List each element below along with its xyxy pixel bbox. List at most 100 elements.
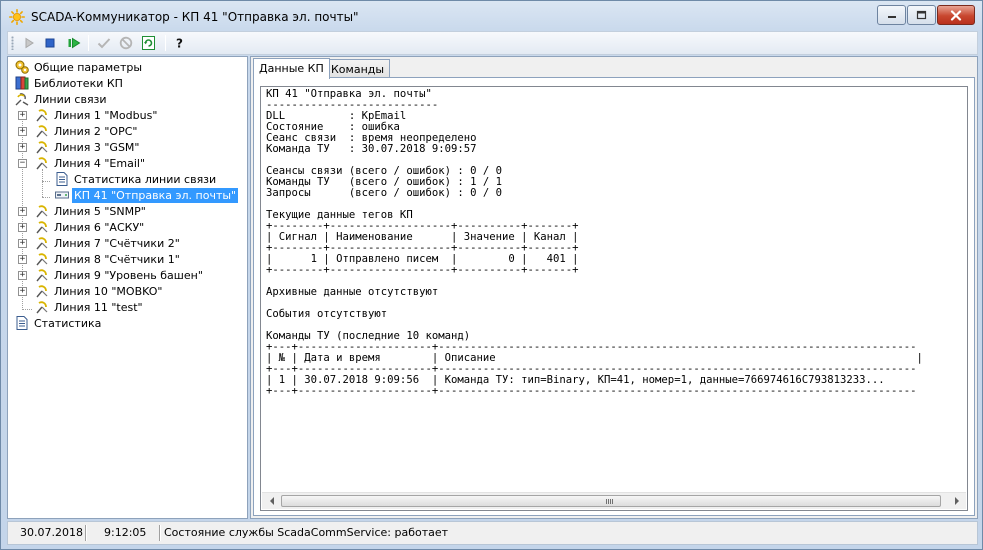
status-bar: 30.07.2018 9:12:05 Состояние службы Scad…: [7, 521, 978, 545]
tree-connector: [42, 169, 43, 197]
tree-item[interactable]: Линия 4 "Email": [34, 155, 147, 171]
tree-item-label: Линия 4 "Email": [54, 156, 146, 170]
tree-item-label: Линия 8 "Счётчики 1": [54, 252, 180, 266]
tree-item[interactable]: Линия 7 "Счётчики 2": [34, 235, 182, 251]
tree-item-label: Линия 2 "OPC": [54, 124, 138, 138]
tree-item-label: Общие параметры: [34, 60, 143, 74]
apply-check-icon: [97, 38, 111, 49]
start-icon: [25, 37, 34, 49]
tree-item[interactable]: Статистика линии связи: [54, 171, 218, 187]
tree-item[interactable]: Общие параметры: [14, 59, 144, 75]
tree-item[interactable]: Линия 1 "Modbus": [34, 107, 159, 123]
status-service-state: Состояние службы ScadaCommService: работ…: [164, 526, 449, 539]
horizontal-scrollbar[interactable]: [262, 492, 966, 509]
comm-line-icon: [34, 299, 50, 315]
comm-line-icon: [34, 139, 50, 155]
tree-connector: [22, 309, 32, 310]
status-separator: [159, 525, 161, 541]
scrollbar-thumb[interactable]: [281, 495, 941, 507]
library-icon: [14, 75, 30, 91]
tree-item[interactable]: Линия 6 "АСКУ": [34, 219, 146, 235]
scroll-left-button[interactable]: [263, 493, 280, 509]
tree-connector: [42, 181, 50, 182]
toolbar: ?: [7, 31, 978, 55]
start-button[interactable]: [20, 34, 38, 52]
toolbar-separator: [88, 35, 89, 51]
comm-line-icon: [34, 123, 50, 139]
toolbar-grip[interactable]: [11, 36, 14, 50]
tree-item[interactable]: КП 41 "Отправка эл. почты": [54, 187, 239, 203]
window-title: SCADA-Коммуникатор - КП 41 "Отправка эл.…: [31, 10, 359, 24]
tree-item[interactable]: Статистика: [14, 315, 103, 331]
kp-data-line: Команда ТУ : 30.07.2018 9:09:57: [266, 143, 477, 155]
tree-connector: [42, 197, 50, 198]
tree-expand-button[interactable]: +: [18, 143, 27, 152]
status-date: 30.07.2018: [20, 526, 83, 539]
tree-item[interactable]: Линии связи: [14, 91, 109, 107]
maximize-button[interactable]: [907, 5, 936, 25]
tree-item[interactable]: Линия 11 "test": [34, 299, 145, 315]
maximize-icon: [916, 10, 927, 20]
apply-button[interactable]: [95, 34, 113, 52]
app-sun-icon: [9, 9, 25, 25]
arrow-left-icon: [269, 497, 274, 505]
title-bar[interactable]: SCADA-Коммуникатор - КП 41 "Отправка эл.…: [1, 1, 982, 31]
comm-line-icon: [34, 251, 50, 267]
navigation-tree-pane: Общие параметры Библиотеки КП Линии связи +…: [7, 56, 248, 519]
tree-expand-button[interactable]: +: [18, 223, 27, 232]
tree-item[interactable]: Линия 10 "MOBKO": [34, 283, 164, 299]
minimize-button[interactable]: [877, 5, 906, 25]
tree-expand-button[interactable]: +: [18, 271, 27, 280]
comm-line-icon: [34, 219, 50, 235]
tree-item-label: Линии связи: [34, 92, 107, 106]
restart-icon: [68, 37, 81, 49]
gears-icon: [14, 59, 30, 75]
help-button[interactable]: ?: [171, 34, 189, 52]
cancel-button[interactable]: [117, 34, 135, 52]
tree-collapse-button[interactable]: −: [18, 159, 27, 168]
comm-line-icon: [34, 283, 50, 299]
comm-line-icon: [34, 107, 50, 123]
kp-data-textbox[interactable]: КП 41 "Отправка эл. почты" --------------…: [260, 86, 968, 511]
tree-item-label: Статистика линии связи: [74, 172, 217, 186]
tree-item-label: Линия 9 "Уровень башен": [54, 268, 203, 282]
scroll-right-button[interactable]: [948, 493, 965, 509]
tree-expand-button[interactable]: +: [18, 127, 27, 136]
stop-button[interactable]: [41, 34, 59, 52]
tab-kp-data[interactable]: Данные КП: [253, 58, 330, 79]
tree-expand-button[interactable]: +: [18, 239, 27, 248]
kp-data-line: +---+---------------------+-------------…: [266, 385, 917, 397]
document-icon: [54, 171, 70, 187]
close-icon: [950, 9, 962, 21]
comm-line-icon: [34, 267, 50, 283]
kp-data-line: +--------+-------------------+----------…: [266, 264, 579, 276]
help-icon: ?: [176, 37, 183, 51]
details-pane: Данные КП Команды КП 41 "Отправка эл. по…: [250, 56, 978, 519]
tree-expand-button[interactable]: +: [18, 207, 27, 216]
tree-item-label: Линия 6 "АСКУ": [54, 220, 145, 234]
tree-item[interactable]: Линия 9 "Уровень башен": [34, 267, 205, 283]
device-icon: [54, 187, 70, 203]
refresh-button[interactable]: [140, 34, 158, 52]
tree-item[interactable]: Линия 2 "OPC": [34, 123, 139, 139]
tree-expand-button[interactable]: +: [18, 287, 27, 296]
tree-expand-button[interactable]: +: [18, 111, 27, 120]
tree-expand-button[interactable]: +: [18, 255, 27, 264]
restart-button[interactable]: [65, 34, 83, 52]
tree-item[interactable]: Линия 3 "GSM": [34, 139, 142, 155]
tree-item-label: Линия 7 "Счётчики 2": [54, 236, 180, 250]
tree-item[interactable]: Линия 5 "SNMP": [34, 203, 148, 219]
close-button[interactable]: [937, 5, 975, 25]
kp-data-line: Архивные данные отсутствуют: [266, 286, 439, 298]
tree-item-label: Линия 1 "Modbus": [54, 108, 158, 122]
navigation-tree[interactable]: Общие параметры Библиотеки КП Линии связи +…: [8, 57, 247, 518]
arrow-right-icon: [954, 497, 959, 505]
comm-line-icon: [34, 155, 50, 171]
tree-item[interactable]: Линия 8 "Счётчики 1": [34, 251, 182, 267]
app-window: SCADA-Коммуникатор - КП 41 "Отправка эл.…: [0, 0, 983, 550]
tree-item[interactable]: Библиотеки КП: [14, 75, 125, 91]
stop-icon: [45, 38, 55, 48]
tab-commands[interactable]: Команды: [325, 59, 391, 79]
cancel-icon: [119, 36, 133, 50]
tree-item-label: КП 41 "Отправка эл. почты": [72, 187, 239, 203]
